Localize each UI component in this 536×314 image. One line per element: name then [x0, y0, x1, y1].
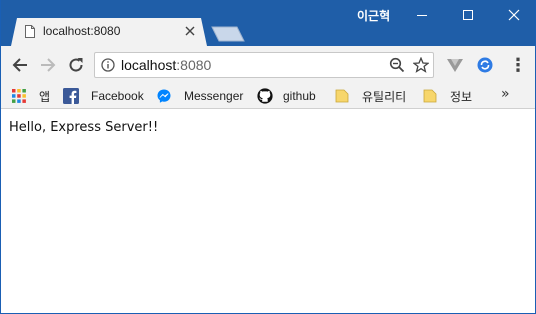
bookmark-label: 정보	[450, 89, 473, 104]
star-icon[interactable]	[413, 57, 429, 73]
info-icon[interactable]	[101, 58, 115, 72]
bookmark-apps[interactable]: 앱	[11, 86, 50, 106]
bookmark-messenger[interactable]: Messenger	[156, 86, 243, 106]
bookmarks-overflow-button[interactable]: »	[501, 86, 510, 102]
forward-button[interactable]	[37, 54, 59, 76]
messenger-icon	[157, 89, 171, 103]
url-text[interactable]: localhost:8080	[121, 57, 211, 73]
close-icon	[508, 9, 520, 21]
close-icon	[185, 26, 195, 36]
facebook-icon	[63, 88, 79, 104]
new-tab-button[interactable]	[211, 26, 245, 42]
bookmark-folder-info[interactable]: 정보	[422, 86, 472, 106]
reload-button[interactable]	[65, 54, 87, 76]
url-host: localhost	[121, 57, 177, 73]
minimize-icon	[417, 15, 427, 16]
github-icon	[257, 88, 273, 104]
bookmark-facebook[interactable]: Facebook	[63, 86, 144, 106]
extension-sync-icon[interactable]	[477, 57, 493, 73]
profile-name[interactable]: 이근혁	[357, 7, 390, 23]
bookmark-label: Facebook	[91, 89, 144, 103]
url-port: :8080	[176, 57, 212, 73]
minimize-button[interactable]	[399, 0, 445, 30]
menu-button[interactable]: ⋮	[507, 54, 529, 76]
tab-close-button[interactable]	[183, 24, 197, 38]
folder-icon	[335, 89, 349, 103]
maximize-button[interactable]	[445, 0, 491, 30]
bookmark-github[interactable]: github	[257, 86, 316, 106]
browser-window: 이근혁 localhost:8080 localhost:8080 ⋮ 앱 Fa…	[0, 0, 536, 314]
apps-grid-icon	[12, 89, 26, 103]
bookmark-label: Messenger	[184, 89, 244, 103]
back-button[interactable]	[9, 54, 31, 76]
page-icon	[25, 25, 35, 38]
bookmark-label: 유틸리티	[362, 89, 407, 104]
tab-title: localhost:8080	[43, 24, 121, 38]
extension-vue-icon[interactable]	[447, 57, 463, 73]
reload-icon	[69, 58, 83, 72]
bookmark-label: github	[283, 89, 316, 103]
more-vert-icon: ⋮	[509, 54, 527, 76]
window-close-button[interactable]	[491, 0, 535, 30]
page-content	[1, 109, 535, 313]
bookmark-label: 앱	[39, 89, 51, 104]
page-body-text: Hello, Express Server!!	[9, 120, 159, 135]
back-arrow-icon	[12, 58, 27, 72]
maximize-icon	[463, 10, 473, 20]
folder-icon	[423, 89, 437, 103]
bookmark-folder-utility[interactable]: 유틸리티	[334, 86, 406, 106]
zoom-icon[interactable]	[389, 57, 405, 73]
forward-arrow-icon	[41, 58, 56, 72]
